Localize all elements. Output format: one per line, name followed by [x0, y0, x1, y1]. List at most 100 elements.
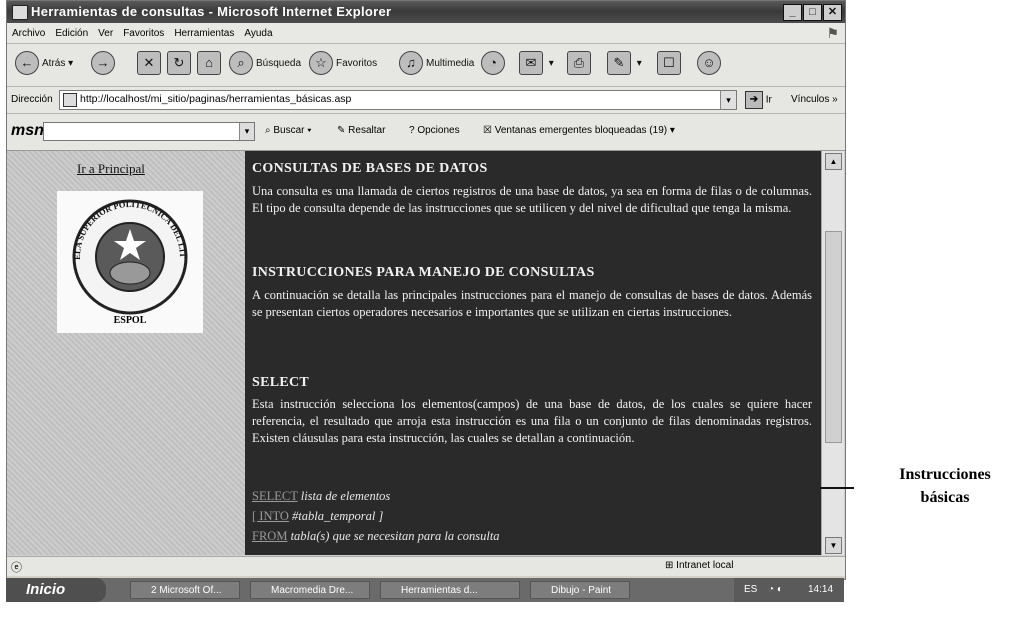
menu-ver[interactable]: Ver — [93, 25, 118, 39]
taskbar-item-dreamweaver[interactable]: Macromedia Dre... — [250, 581, 370, 599]
edit-button[interactable]: ✎ ▾ — [607, 50, 642, 78]
menu-favoritos[interactable]: Favoritos — [118, 25, 169, 39]
annotation-label: Instrucciones básicas — [878, 463, 1012, 509]
menu-edicion[interactable]: Edición — [50, 25, 93, 39]
ie-app-icon — [12, 5, 28, 20]
taskbar-item-office[interactable]: 2 Microsoft Of... — [130, 581, 240, 599]
mail-button[interactable]: ✉ ▾ — [519, 50, 554, 78]
menu-bar: Archivo Edición Ver Favoritos Herramientas Ay… — [7, 23, 845, 44]
messenger-icon: ☺ — [697, 51, 721, 76]
espol-logo: ESCUELA SUPERIOR POLITECNICA DEL LITORAL… — [54, 183, 203, 333]
discuss-button[interactable]: ☐ — [657, 50, 684, 78]
forward-button[interactable]: → — [91, 50, 118, 78]
syntax-text: lista de elementos — [300, 489, 391, 503]
multimedia-label: Multimedia — [426, 58, 475, 69]
mail-icon: ✉ — [519, 51, 543, 76]
taskbar-item-paint[interactable]: Dibujo - Paint — [530, 581, 630, 599]
annotation-line-1: Instrucciones — [899, 466, 991, 483]
maximize-button[interactable]: □ — [803, 4, 822, 21]
address-bar: Dirección http://localhost/mi_sitio/pagi… — [7, 87, 845, 114]
msn-popups-label: Ventanas emergentes bloqueadas (19) — [494, 125, 668, 136]
msn-logo[interactable]: msn — [11, 122, 44, 140]
system-tray: ES ◔ ◐ 14:14 — [734, 578, 844, 602]
back-label: Atrás — [42, 58, 66, 69]
favorites-button[interactable]: ☆ Favoritos — [309, 50, 377, 78]
address-dropdown-button[interactable]: ▾ — [720, 91, 736, 109]
msn-highlight-label: Resaltar — [348, 125, 386, 136]
menu-ayuda[interactable]: Ayuda — [239, 25, 277, 39]
syntax-text: tabla(s) que se necesitan para la consul… — [290, 529, 500, 543]
clock: 14:14 — [808, 584, 834, 595]
taskbar-item-ie[interactable]: Herramientas d... — [380, 581, 520, 599]
scroll-up-button[interactable]: ▲ — [825, 153, 842, 170]
tray-icons: ◔ ◐ — [768, 584, 783, 595]
multimedia-button[interactable]: ♫ Multimedia — [399, 50, 474, 78]
search-icon: ⌕ — [229, 51, 253, 76]
page-icon — [63, 93, 77, 107]
standard-toolbar: ← Atrás ▾ → ✕ ↻ ⌂ ⌕ Búsqueda ☆ Favoritos ♫ M… — [7, 44, 845, 87]
stop-icon: ✕ — [137, 51, 161, 76]
syntax-line-from: FROM tabla(s) que se necesitan para la c… — [252, 529, 500, 544]
ie-status-icon: ⓔ — [11, 562, 22, 574]
address-url[interactable]: http://localhost/mi_sitio/paginas/herram… — [80, 93, 351, 105]
go-label: Ir — [765, 94, 772, 106]
annotation-line-2: básicas — [920, 489, 970, 506]
msn-search-label: Buscar — [273, 125, 305, 136]
start-button[interactable]: Inicio — [6, 578, 106, 602]
annotation-pointer-line — [820, 487, 854, 489]
minimize-button[interactable]: _ — [783, 4, 802, 21]
scroll-down-button[interactable]: ▼ — [825, 537, 842, 554]
espol-seal-icon: ESCUELA SUPERIOR POLITECNICA DEL LITORAL — [54, 183, 188, 315]
syntax-line-into: [ INTO #tabla_temporal ] — [252, 509, 383, 524]
title-bar[interactable]: Herramientas de consultas - Microsoft In… — [7, 1, 845, 23]
close-button[interactable]: ✕ — [823, 4, 842, 21]
msn-search-input[interactable]: ▾ — [43, 122, 255, 141]
back-button[interactable]: ← Atrás ▾ — [15, 50, 73, 78]
printer-icon: ⎙ — [567, 51, 591, 76]
address-input[interactable]: http://localhost/mi_sitio/paginas/herram… — [59, 90, 737, 110]
back-arrow-icon: ← — [15, 51, 39, 76]
paragraph-select: Esta instrucción selecciona los elemento… — [252, 397, 812, 445]
language-indicator[interactable]: ES — [744, 584, 757, 595]
links-label: Vínculos — [791, 94, 830, 105]
syntax-keyword[interactable]: SELECT — [252, 489, 298, 503]
home-button[interactable]: ⌂ — [197, 50, 224, 78]
msn-search-button[interactable]: ⌕ Buscar ▾ — [265, 125, 312, 136]
forward-arrow-icon: → — [91, 51, 115, 76]
history-button[interactable]: ◔ — [481, 50, 508, 78]
links-button[interactable]: Vínculos » — [791, 94, 838, 105]
heading-select: SELECT — [252, 375, 310, 390]
msn-toolbar: msn ▾ ⌕ Buscar ▾ ✎ Resaltar ? Opciones ☒… — [7, 114, 845, 151]
refresh-icon: ↻ — [167, 51, 191, 76]
heading-consultas: CONSULTAS DE BASES DE DATOS — [252, 161, 488, 176]
menu-herramientas[interactable]: Herramientas — [169, 25, 239, 39]
home-icon: ⌂ — [197, 51, 221, 76]
msn-options-button[interactable]: ? Opciones — [409, 125, 460, 136]
refresh-button[interactable]: ↻ — [167, 50, 194, 78]
scroll-thumb[interactable] — [825, 231, 842, 443]
syntax-keyword[interactable]: [ INTO — [252, 509, 289, 523]
msn-popup-blocker-button[interactable]: ☒ Ventanas emergentes bloqueadas (19) ▾ — [483, 125, 675, 136]
menu-archivo[interactable]: Archivo — [7, 25, 50, 39]
msn-search-dropdown[interactable]: ▾ — [239, 123, 254, 140]
msn-highlight-button[interactable]: ✎ Resaltar — [337, 125, 385, 136]
taskbar: Inicio 2 Microsoft Of... Macromedia Dre.… — [6, 578, 844, 602]
go-button[interactable]: ➔ Ir — [745, 91, 772, 109]
messenger-button[interactable]: ☺ — [697, 50, 724, 78]
address-label: Dirección — [11, 94, 53, 105]
favorites-label: Favoritos — [336, 58, 378, 69]
status-bar: ⓔ ⊞ Intranet local — [7, 556, 845, 576]
security-zone: ⊞ Intranet local — [665, 560, 734, 571]
search-button[interactable]: ⌕ Búsqueda — [229, 50, 301, 78]
vertical-scrollbar[interactable]: ▲ ▼ — [821, 151, 844, 555]
print-button[interactable]: ⎙ — [567, 50, 594, 78]
left-sidebar: Ir a Principal ESCUELA SUPERIOR POLITECN… — [7, 151, 245, 555]
syntax-keyword[interactable]: FROM — [252, 529, 287, 543]
zone-label: Intranet local — [676, 560, 734, 571]
home-link[interactable]: Ir a Principal — [77, 161, 145, 177]
syntax-line-select: SELECT lista de elementos — [252, 489, 390, 504]
go-arrow-icon: ➔ — [745, 91, 763, 109]
discuss-icon: ☐ — [657, 51, 681, 76]
browser-window: Herramientas de consultas - Microsoft In… — [6, 0, 846, 580]
stop-button[interactable]: ✕ — [137, 50, 164, 78]
